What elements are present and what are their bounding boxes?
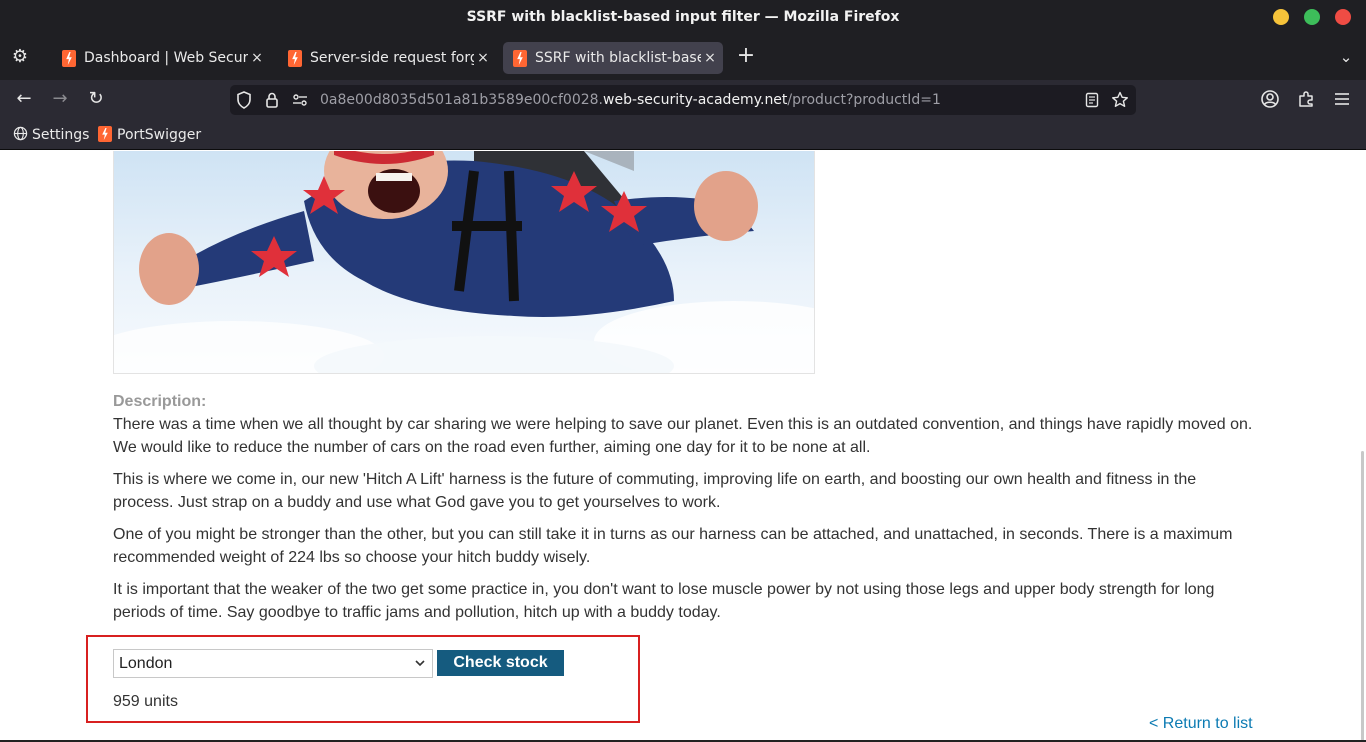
close-tab-icon[interactable]: × bbox=[703, 42, 717, 74]
bookmark-star-icon[interactable] bbox=[1110, 89, 1130, 111]
description-paragraph: It is important that the weaker of the t… bbox=[113, 581, 1215, 621]
portswigger-favicon-icon bbox=[513, 50, 527, 67]
lock-icon[interactable] bbox=[262, 89, 282, 111]
new-tab-button[interactable]: + bbox=[735, 45, 757, 68]
navigation-toolbar: ← → ↻ 0a8e00d8035d501a81b3589e00cf0028.w… bbox=[0, 80, 1366, 120]
url-text[interactable]: 0a8e00d8035d501a81b3589e00cf0028.web-sec… bbox=[320, 85, 941, 115]
stock-check-form: London Check stock 959 units bbox=[86, 635, 640, 723]
tab-bar: ⚙ Dashboard | Web Security × Server-side… bbox=[0, 34, 1366, 80]
portswigger-favicon-icon bbox=[288, 50, 302, 67]
list-all-tabs-icon[interactable]: ⌄ bbox=[1336, 46, 1356, 68]
maximize-button[interactable] bbox=[1304, 9, 1320, 25]
tracking-shield-icon[interactable] bbox=[234, 89, 254, 111]
bookmark-settings[interactable]: Settings bbox=[12, 124, 89, 146]
tab-label: SSRF with blacklist-based bbox=[535, 50, 701, 66]
extensions-puzzle-icon[interactable] bbox=[1295, 88, 1317, 110]
window-titlebar: SSRF with blacklist-based input filter —… bbox=[0, 0, 1366, 34]
return-to-list-link[interactable]: < Return to list bbox=[1149, 715, 1253, 733]
reader-view-icon[interactable] bbox=[1082, 89, 1102, 111]
tab-label: Server-side request forge bbox=[310, 50, 474, 66]
forward-arrow-icon[interactable]: → bbox=[49, 88, 71, 110]
gear-icon[interactable]: ⚙ bbox=[10, 47, 30, 67]
tab-ssrf-lab[interactable]: SSRF with blacklist-based × bbox=[503, 42, 723, 74]
tab-ssrf-topic[interactable]: Server-side request forge × bbox=[278, 42, 496, 74]
description-paragraph: This is where we come in, our new 'Hitch… bbox=[113, 471, 1197, 511]
product-image bbox=[113, 151, 815, 374]
window-title: SSRF with blacklist-based input filter —… bbox=[466, 9, 900, 25]
stock-level-text: 959 units bbox=[113, 693, 178, 710]
bookmarks-toolbar: Settings PortSwigger bbox=[0, 120, 1366, 150]
close-tab-icon[interactable]: × bbox=[250, 42, 264, 74]
chevron-down-icon bbox=[414, 650, 426, 687]
portswigger-favicon-icon bbox=[98, 126, 112, 142]
url-subdomain: 0a8e00d8035d501a81b3589e00cf0028. bbox=[320, 92, 603, 108]
bookmark-label: Settings bbox=[32, 127, 90, 143]
url-bar[interactable]: 0a8e00d8035d501a81b3589e00cf0028.web-sec… bbox=[230, 85, 1136, 115]
reload-icon[interactable]: ↻ bbox=[85, 88, 107, 110]
tab-dashboard[interactable]: Dashboard | Web Security × bbox=[52, 42, 270, 74]
description-paragraph: One of you might be stronger than the ot… bbox=[113, 526, 1233, 566]
permissions-icon[interactable] bbox=[290, 89, 310, 111]
account-icon[interactable] bbox=[1259, 88, 1281, 110]
check-stock-button[interactable]: Check stock bbox=[437, 650, 564, 676]
browser-window: SSRF with blacklist-based input filter —… bbox=[0, 0, 1366, 742]
tab-label: Dashboard | Web Security bbox=[84, 50, 248, 66]
page-scrollbar[interactable] bbox=[1361, 451, 1364, 741]
close-tab-icon[interactable]: × bbox=[476, 42, 490, 74]
hamburger-menu-icon[interactable] bbox=[1331, 88, 1353, 110]
close-window-button[interactable] bbox=[1335, 9, 1351, 25]
url-path: /product?productId=1 bbox=[787, 92, 941, 108]
bookmark-label: PortSwigger bbox=[117, 127, 202, 143]
minimize-button[interactable] bbox=[1273, 9, 1289, 25]
page-content: Description: There was a time when we al… bbox=[0, 151, 1366, 742]
bookmark-portswigger[interactable]: PortSwigger bbox=[98, 124, 201, 146]
description-label: Description: bbox=[113, 393, 207, 410]
portswigger-favicon-icon bbox=[62, 50, 76, 67]
back-arrow-icon[interactable]: ← bbox=[13, 88, 35, 110]
store-select-value: London bbox=[119, 655, 173, 672]
url-domain: web-security-academy.net bbox=[603, 92, 788, 108]
store-select[interactable]: London bbox=[113, 649, 433, 678]
globe-icon bbox=[12, 124, 28, 146]
description-paragraph: There was a time when we all thought by … bbox=[113, 416, 1253, 456]
